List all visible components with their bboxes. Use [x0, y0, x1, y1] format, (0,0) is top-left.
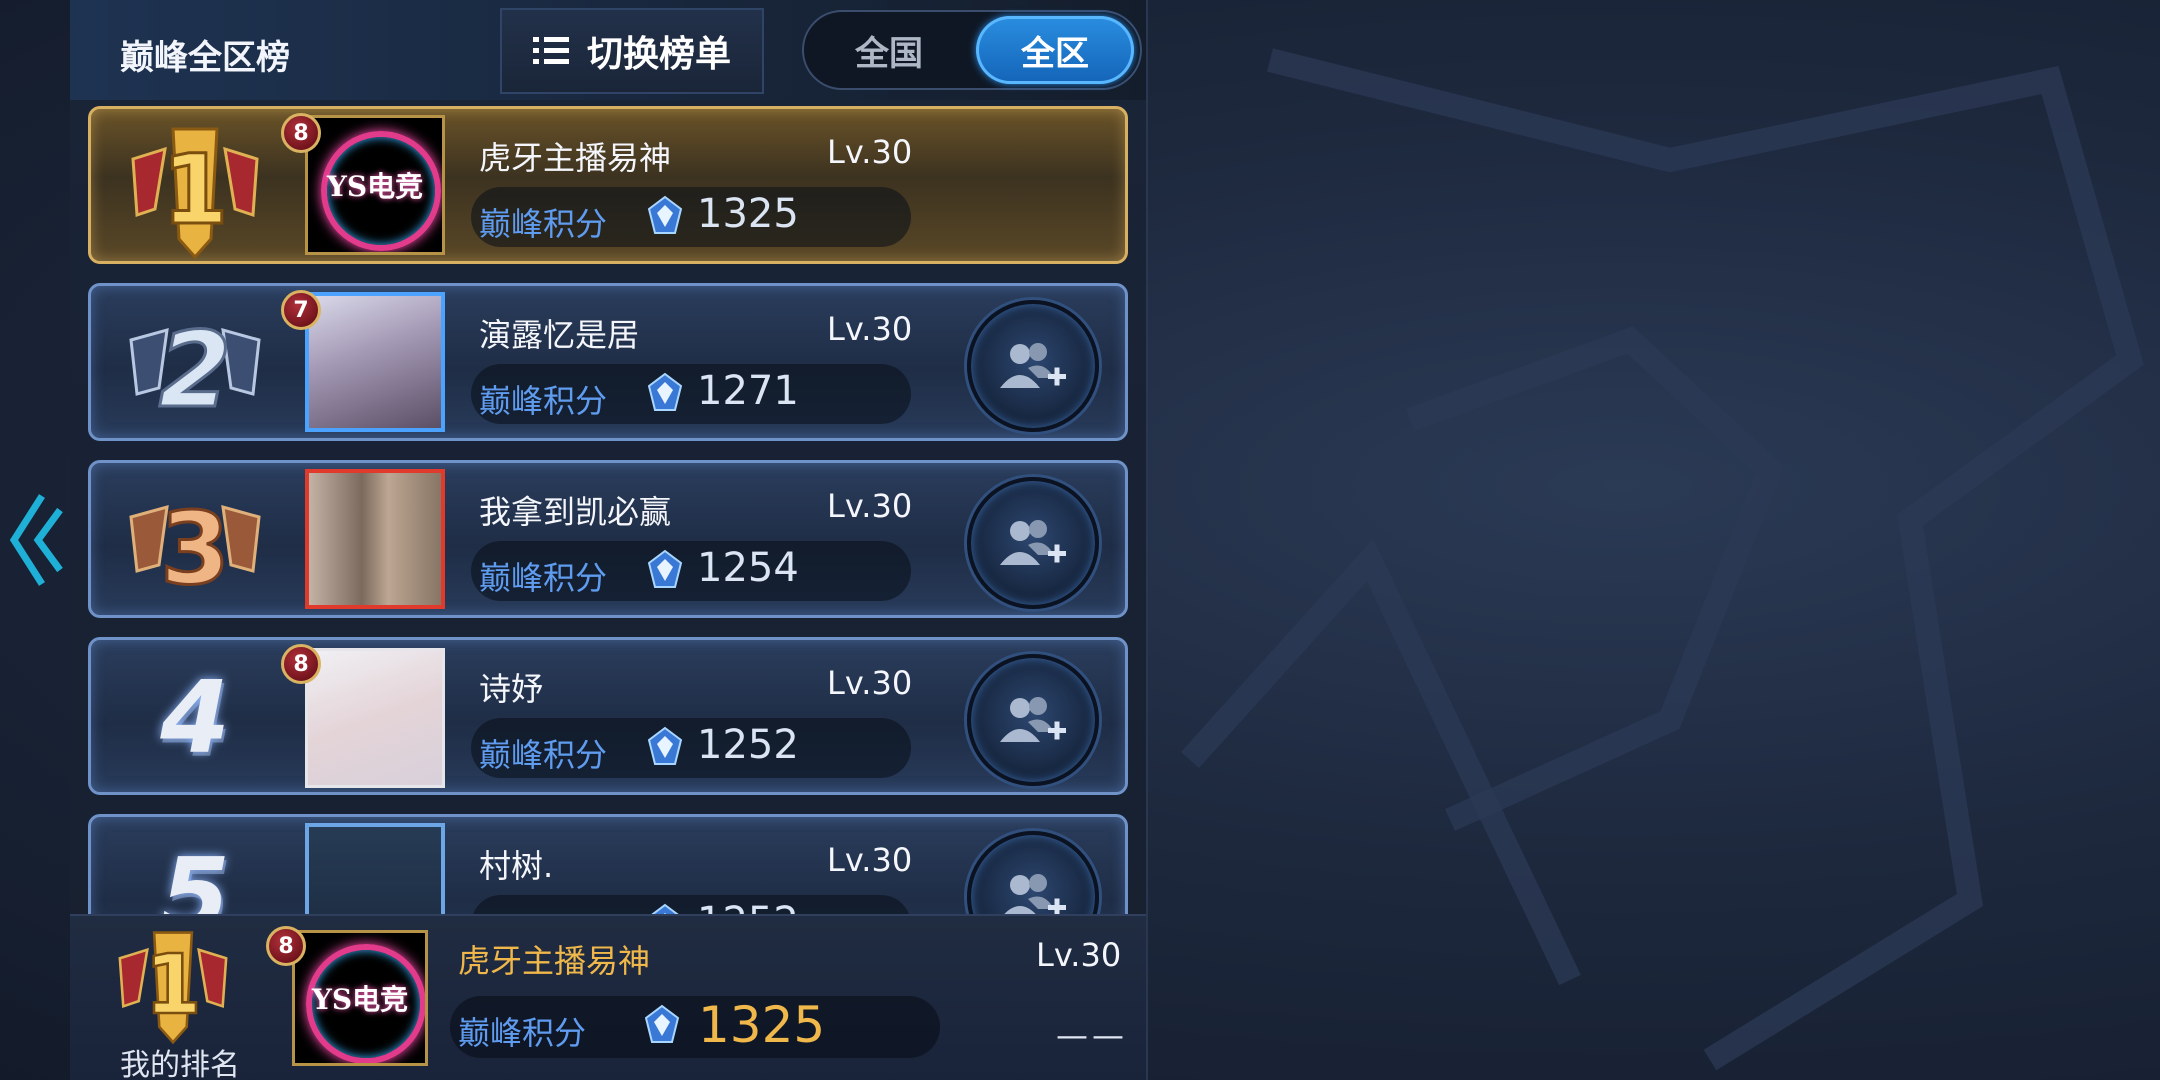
switch-leaderboard-label: 切换榜单 [586, 34, 731, 75]
peak-crystal-icon [651, 903, 679, 914]
svg-text:3: 3 [160, 490, 230, 607]
score-label: 巅峰积分 [479, 736, 608, 774]
rank-number: 5 [160, 836, 230, 915]
score-label: 巅峰积分 [458, 1014, 587, 1052]
peak-crystal-icon [647, 549, 683, 588]
score-value: 1254 [697, 545, 799, 591]
add-friend-icon [1004, 874, 1066, 914]
add-friend-icon [1000, 520, 1066, 565]
tab-region[interactable]: 全区 [976, 16, 1134, 84]
player-name: 诗妤 [479, 670, 544, 708]
player-level: Lv.30 [827, 133, 913, 171]
player-name: 我拿到凯必赢 [479, 493, 672, 531]
rank-level-badge: 8 [266, 926, 306, 966]
rank-trend: —— [1056, 1016, 1128, 1054]
player-avatar[interactable] [305, 648, 445, 788]
peak-crystal-icon [647, 372, 683, 411]
table-row[interactable]: 2 7 演露忆是居 Lv.30 巅峰积分 1271 [88, 283, 1128, 441]
page-title: 巅峰全区榜 [120, 38, 290, 78]
list-icon [532, 37, 569, 64]
rank-number: 4 [160, 659, 230, 776]
rank-1-medal-icon: 1 [118, 931, 228, 1044]
my-avatar[interactable]: YS电竞 [292, 930, 428, 1066]
rank-2-medal-icon: 2 [129, 308, 261, 433]
tab-national[interactable]: 全国 [810, 16, 968, 84]
add-friend-button[interactable] [967, 831, 1099, 914]
player-avatar[interactable] [305, 823, 445, 914]
add-friend-icon [1000, 343, 1066, 388]
player-level: Lv.30 [827, 841, 913, 879]
svg-text:1: 1 [162, 134, 229, 246]
score-value: 1252 [697, 899, 799, 914]
svg-text:2: 2 [159, 309, 231, 431]
score-value: 1252 [697, 722, 799, 768]
rank-1-medal-icon: 1 [131, 127, 259, 259]
svg-text:1: 1 [144, 938, 201, 1033]
player-avatar[interactable]: YS电竞 [305, 115, 445, 255]
rank-level-badge: 7 [281, 290, 321, 330]
my-score-value: 1325 [698, 996, 826, 1054]
player-name: 演露忆是居 [479, 316, 640, 354]
score-label: 巅峰积分 [479, 907, 607, 914]
score-label: 巅峰积分 [479, 382, 608, 420]
peak-crystal-icon [647, 195, 683, 234]
score-value: 1325 [697, 191, 799, 237]
double-chevron-left-icon [9, 494, 63, 586]
player-name: 村树. [479, 847, 554, 885]
leaderboard-header: 巅峰全区榜 切换榜单 全国 全区 [70, 0, 1146, 100]
peak-crystal-icon [647, 726, 683, 765]
back-button[interactable] [6, 485, 66, 595]
add-friend-button[interactable] [967, 300, 1099, 432]
peak-crystal-icon [644, 1004, 680, 1043]
background-emblem [1181, 48, 2144, 1071]
leaderboard-panel: 巅峰全区榜 切换榜单 全国 全区 1 YS电竞 8 虎牙主播易神 Lv.30 巅… [70, 0, 1148, 1080]
add-friend-button[interactable] [967, 477, 1099, 609]
my-player-level: Lv.30 [1036, 936, 1122, 974]
add-friend-button[interactable] [967, 654, 1099, 786]
rank-level-badge: 8 [281, 644, 321, 684]
my-player-name: 虎牙主播易神 [458, 942, 651, 980]
avatar-logo-text: YS电竞 [326, 170, 424, 203]
table-row[interactable]: 4 8 诗妤 Lv.30 巅峰积分 1252 [88, 637, 1128, 795]
player-name: 虎牙主播易神 [479, 139, 672, 177]
player-avatar[interactable] [305, 292, 445, 432]
avatar-logo-text: YS电竞 [311, 983, 409, 1016]
my-rank-bar: 1 我的排名 YS电竞 8 虎牙主播易神 Lv.30 巅峰积分 1325 —— [70, 914, 1146, 1080]
rank-level-badge: 8 [281, 113, 321, 153]
player-level: Lv.30 [827, 664, 913, 702]
scope-toggle: 全国 全区 [802, 10, 1142, 90]
player-level: Lv.30 [827, 310, 913, 348]
score-value: 1271 [697, 368, 799, 414]
rank-3-medal-icon: 3 [129, 489, 261, 609]
my-rank-label: 我的排名 [120, 1048, 240, 1080]
score-label: 巅峰积分 [479, 559, 608, 597]
leaderboard-list[interactable]: 1 YS电竞 8 虎牙主播易神 Lv.30 巅峰积分 1325 2 7 演露忆是… [70, 102, 1146, 914]
table-row[interactable]: 3 我拿到凯必赢 Lv.30 巅峰积分 1254 [88, 460, 1128, 618]
player-level: Lv.30 [827, 487, 913, 525]
add-friend-icon [1000, 697, 1066, 742]
switch-leaderboard-button[interactable]: 切换榜单 [500, 8, 764, 94]
table-row[interactable]: 1 YS电竞 8 虎牙主播易神 Lv.30 巅峰积分 1325 [88, 106, 1128, 264]
score-label: 巅峰积分 [479, 205, 608, 243]
player-avatar[interactable] [305, 469, 445, 609]
table-row[interactable]: 5 村树. Lv.30 巅峰积分 1252 [88, 814, 1128, 914]
